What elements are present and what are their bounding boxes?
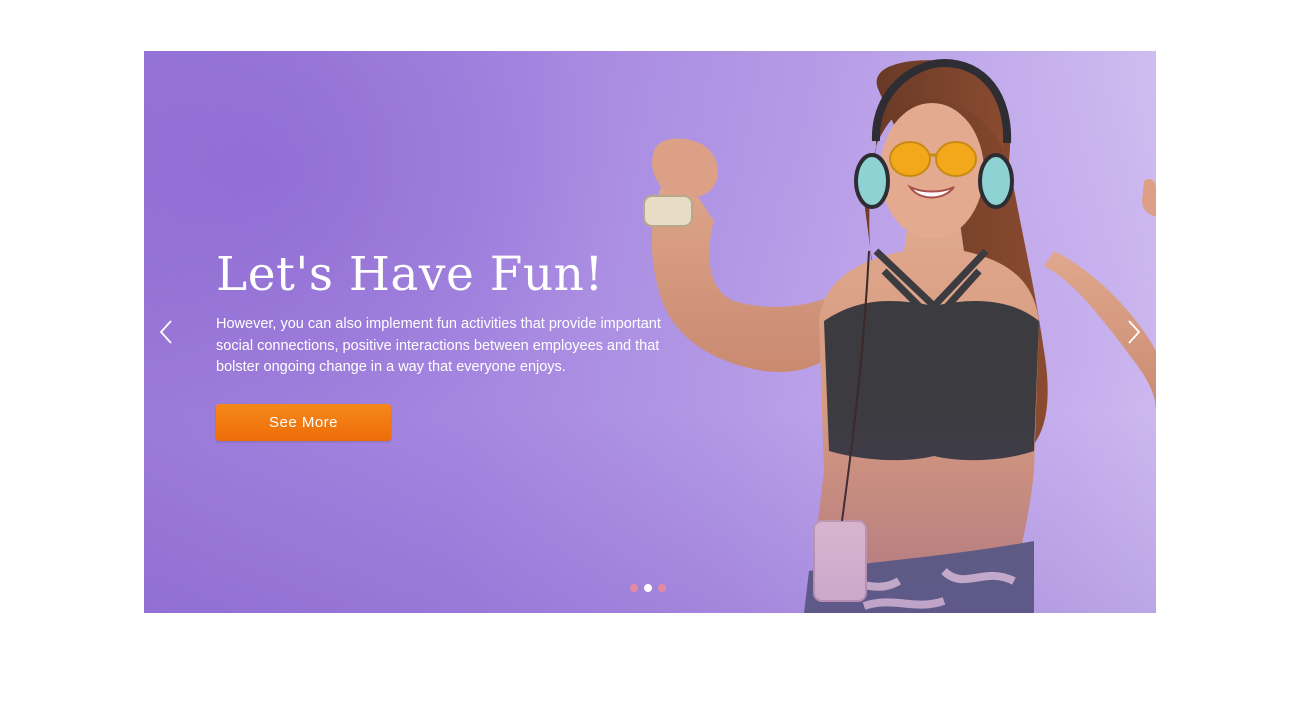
hero-slider: Let's Have Fun! However, you can also im… xyxy=(144,51,1156,613)
next-slide-button[interactable] xyxy=(1122,317,1146,347)
woman-with-headphones-photo xyxy=(643,58,1156,613)
slider-pagination xyxy=(630,584,666,592)
slide-description: However, you can also implement fun acti… xyxy=(216,316,661,375)
chevron-right-icon xyxy=(1128,320,1141,344)
pagination-dot[interactable] xyxy=(630,584,638,592)
chevron-left-icon xyxy=(159,320,172,344)
see-more-button[interactable]: See More xyxy=(216,404,391,441)
previous-slide-button[interactable] xyxy=(154,317,178,347)
slide-title: Let's Have Fun! xyxy=(216,247,604,302)
pagination-dot[interactable] xyxy=(658,584,666,592)
pagination-dot-active[interactable] xyxy=(644,584,652,592)
slide-caption: Let's Have Fun! However, you can also im… xyxy=(216,246,686,379)
